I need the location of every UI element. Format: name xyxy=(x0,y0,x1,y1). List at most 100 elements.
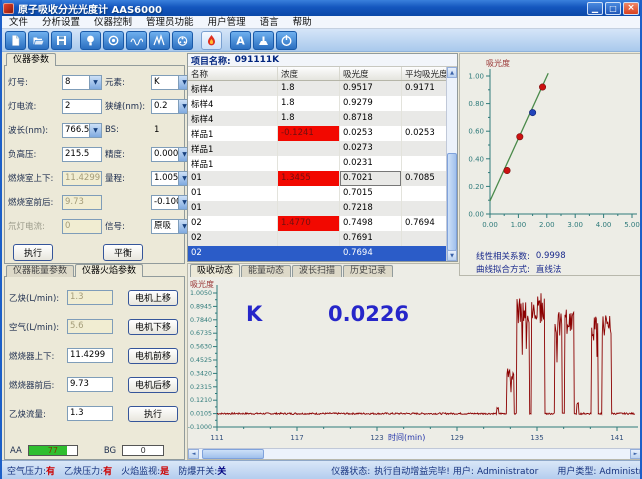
menu-item-1[interactable]: 分析设置 xyxy=(35,16,87,29)
cell-name[interactable]: 01 xyxy=(188,201,278,216)
scroll-up-icon[interactable]: ▲ xyxy=(447,67,457,78)
scroll-right-icon[interactable]: ► xyxy=(630,449,641,459)
cell-conc[interactable]: 1.8 xyxy=(278,81,340,96)
menu-item-2[interactable]: 仪器控制 xyxy=(87,16,139,29)
execute-flame-button[interactable]: 执行 xyxy=(128,406,178,422)
cell-abs[interactable]: 0.7015 xyxy=(340,186,402,201)
chevron-down-icon[interactable]: ▼ xyxy=(89,124,101,137)
acetylene-flow-input[interactable]: 1.3 xyxy=(67,406,113,421)
table-row[interactable]: 样品1 0.0231 xyxy=(188,156,457,171)
tab-flame-1[interactable]: 仪器火焰参数 xyxy=(75,264,143,277)
tab-dynamics-1[interactable]: 能量动态 xyxy=(241,265,291,277)
table-vertical-scrollbar[interactable]: ▲ ▼ xyxy=(446,67,457,261)
precision-select[interactable]: 0.0000▼ xyxy=(151,147,191,162)
burner-frontback-input[interactable]: 9.73 xyxy=(67,377,113,392)
close-button[interactable]: × xyxy=(623,2,639,15)
burner-updown-input[interactable]: 11.4299 xyxy=(67,348,113,363)
cell-conc[interactable]: 1.3455 xyxy=(278,171,340,186)
execute-button[interactable]: 执行 xyxy=(13,244,53,261)
cell-conc[interactable]: 1.4770 xyxy=(278,216,340,231)
cell-abs[interactable]: 0.9279 xyxy=(340,96,402,111)
cell-abs[interactable]: 0.7691 xyxy=(340,231,402,246)
peak-scan-button[interactable] xyxy=(149,31,170,50)
column-header-1[interactable]: 浓度 xyxy=(278,67,340,80)
cell-name[interactable]: 01 xyxy=(188,186,278,201)
negative-high-voltage-input[interactable]: 215.5 xyxy=(62,147,102,162)
cell-abs[interactable]: 0.7021 xyxy=(340,171,402,186)
motor-up-button[interactable]: 电机上移 xyxy=(128,290,178,306)
save-button[interactable] xyxy=(51,31,72,50)
new-file-button[interactable] xyxy=(5,31,26,50)
zero-offset-select[interactable]: -0.1000▼ xyxy=(151,195,191,210)
motor-forward-button[interactable]: 电机前移 xyxy=(128,348,178,364)
cell-abs[interactable]: 0.0253 xyxy=(340,126,402,141)
table-row[interactable]: 标样41.80.8718 xyxy=(188,111,457,126)
menu-item-4[interactable]: 用户管理 xyxy=(201,16,253,29)
cell-name[interactable]: 标样4 xyxy=(188,81,278,96)
cell-abs[interactable]: 0.8718 xyxy=(340,111,402,126)
maximize-button[interactable]: □ xyxy=(605,2,621,15)
flame-button[interactable] xyxy=(201,31,222,50)
cell-conc[interactable]: 1.8 xyxy=(278,111,340,126)
menu-item-3[interactable]: 管理员功能 xyxy=(139,16,201,29)
scroll-thumb[interactable] xyxy=(447,153,457,251)
burner-button[interactable] xyxy=(253,31,274,50)
cell-name[interactable]: 02 xyxy=(188,246,278,261)
cell-abs[interactable]: 0.9517 xyxy=(340,81,402,96)
table-row[interactable]: 01 0.7015 xyxy=(188,186,457,201)
tab-dynamics-0[interactable]: 吸收动态 xyxy=(190,264,240,277)
cell-conc[interactable] xyxy=(278,201,340,216)
cell-name[interactable]: 01 xyxy=(188,171,278,186)
tab-instrument-params[interactable]: 仪器参数 xyxy=(6,53,56,66)
table-row[interactable]: 样品1 0.0273 xyxy=(188,141,457,156)
motor-backward-button[interactable]: 电机后移 xyxy=(128,377,178,393)
atomizer-button[interactable]: A xyxy=(230,31,251,50)
tab-flame-0[interactable]: 仪器能量参数 xyxy=(6,265,74,277)
cell-abs[interactable]: 0.0231 xyxy=(340,156,402,171)
menu-item-6[interactable]: 帮助 xyxy=(286,16,319,29)
cell-name[interactable]: 02 xyxy=(188,216,278,231)
cell-abs[interactable]: 0.0273 xyxy=(340,141,402,156)
element-select[interactable]: K▼ xyxy=(151,75,191,90)
menu-item-5[interactable]: 语言 xyxy=(253,16,286,29)
range-select[interactable]: 1.0050▼ xyxy=(151,171,191,186)
cell-conc[interactable] xyxy=(278,231,340,246)
wavelength-select[interactable]: 766.5▼ xyxy=(62,123,102,138)
cell-name[interactable]: 样品1 xyxy=(188,141,278,156)
cell-conc[interactable] xyxy=(278,141,340,156)
motor-down-button[interactable]: 电机下移 xyxy=(128,319,178,335)
table-row[interactable]: 样品1-0.12410.02530.0253 xyxy=(188,126,457,141)
tab-dynamics-2[interactable]: 波长扫描 xyxy=(292,265,342,277)
cell-abs[interactable]: 0.7498 xyxy=(340,216,402,231)
minimize-button[interactable]: ▁ xyxy=(587,2,603,15)
lamp-number-select[interactable]: 8▼ xyxy=(62,75,102,90)
cell-name[interactable]: 02 xyxy=(188,231,278,246)
table-row[interactable]: 021.47700.74980.7694 xyxy=(188,216,457,231)
chevron-down-icon[interactable]: ▼ xyxy=(89,76,101,89)
cell-conc[interactable] xyxy=(278,156,340,171)
wavelength-button[interactable] xyxy=(126,31,147,50)
scroll-left-icon[interactable]: ◄ xyxy=(188,449,199,459)
column-header-0[interactable]: 名称 xyxy=(188,67,278,80)
cell-name[interactable]: 样品1 xyxy=(188,126,278,141)
tab-dynamics-3[interactable]: 历史记录 xyxy=(343,265,393,277)
slit-select[interactable]: 0.2▼ xyxy=(151,99,191,114)
table-row[interactable]: 02 0.7694 xyxy=(188,246,457,261)
chart-horizontal-scrollbar[interactable]: ◄ ► xyxy=(188,448,641,459)
cell-name[interactable]: 标样4 xyxy=(188,111,278,126)
menu-item-0[interactable]: 文件 xyxy=(2,16,35,29)
table-row[interactable]: 02 0.7691 xyxy=(188,231,457,246)
cell-abs[interactable]: 0.7694 xyxy=(340,246,402,261)
table-row[interactable]: 010.7218 xyxy=(188,201,457,216)
lamp-current-input[interactable]: 2 xyxy=(62,99,102,114)
hscroll-thumb[interactable] xyxy=(202,449,264,459)
scroll-down-icon[interactable]: ▼ xyxy=(447,250,457,261)
signal-mode-select[interactable]: 原吸▼ xyxy=(151,219,191,234)
cell-conc[interactable] xyxy=(278,246,340,261)
column-header-2[interactable]: 吸光度 xyxy=(340,67,402,80)
cell-conc[interactable]: 1.8 xyxy=(278,96,340,111)
lamp-button[interactable] xyxy=(80,31,101,50)
cell-name[interactable]: 样品1 xyxy=(188,156,278,171)
cell-name[interactable]: 标样4 xyxy=(188,96,278,111)
open-folder-button[interactable] xyxy=(28,31,49,50)
